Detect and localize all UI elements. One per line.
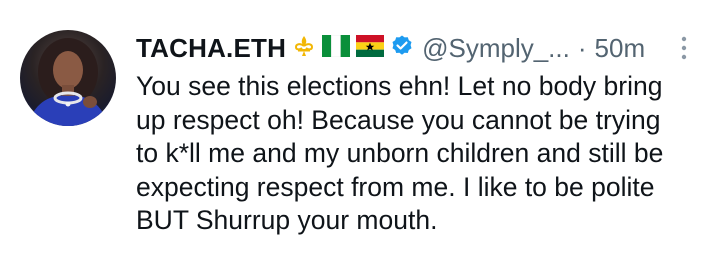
tweet-text-line: You see this elections ehn! Let no body … bbox=[136, 71, 663, 101]
tweet-card[interactable]: TACHA.ETH @Symply_... · 50m You see this… bbox=[0, 0, 720, 264]
tweet-text-line: to k*ll me and my unborn children and st… bbox=[136, 138, 664, 168]
tweet-text: You see this elections ehn! Let no body … bbox=[136, 70, 706, 238]
tweet-text-line: BUT Shurrup your mouth. bbox=[136, 205, 438, 235]
ghana-flag-icon bbox=[356, 34, 385, 62]
user-handle[interactable]: @Symply_... bbox=[422, 33, 570, 64]
avatar-photo bbox=[28, 38, 108, 126]
fleur-de-lis-icon bbox=[292, 34, 316, 63]
nigeria-flag-icon bbox=[322, 34, 351, 62]
more-options-icon[interactable] bbox=[678, 34, 690, 62]
timestamp[interactable]: 50m bbox=[595, 33, 646, 64]
tweet-text-line: up respect oh! Because you cannot be try… bbox=[136, 104, 661, 135]
tweet-header: TACHA.ETH @Symply_... · 50m bbox=[136, 28, 645, 68]
display-name[interactable]: TACHA.ETH bbox=[136, 33, 286, 64]
avatar[interactable] bbox=[20, 30, 116, 126]
separator-dot: · bbox=[577, 32, 587, 63]
verified-badge-icon bbox=[390, 34, 414, 63]
tweet-text-line: expecting respect from me. I like to be … bbox=[136, 171, 655, 202]
